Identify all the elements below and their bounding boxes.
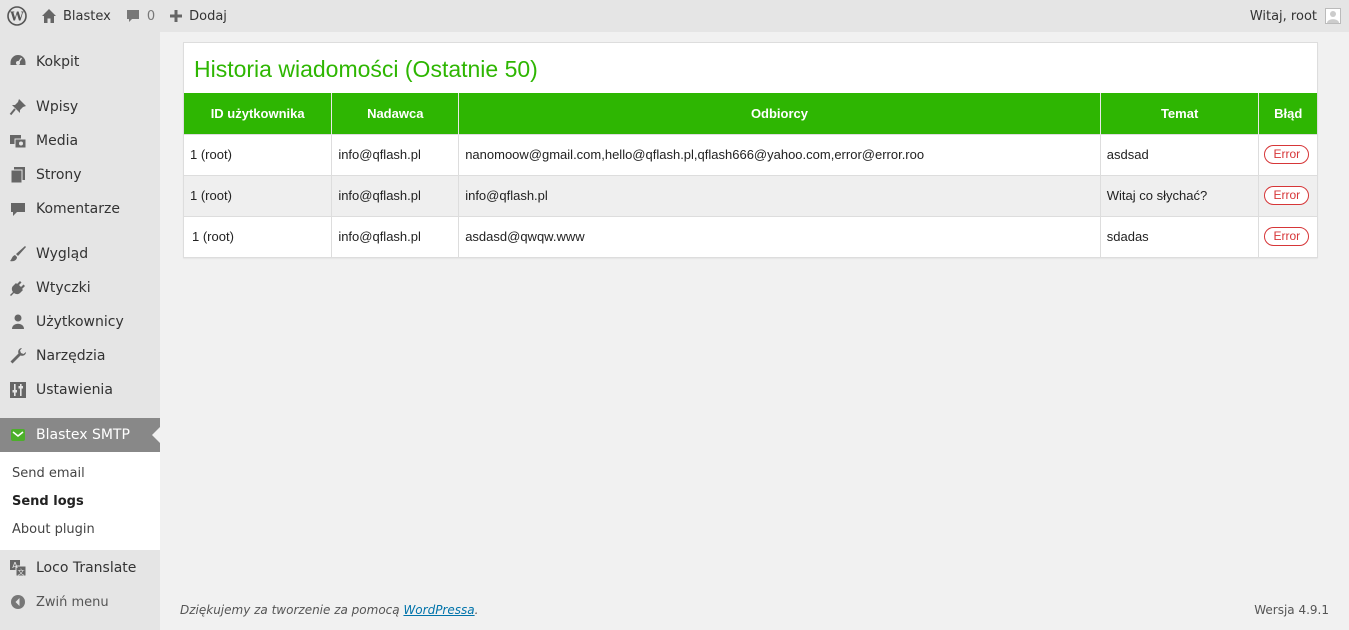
plug-icon [9,279,27,297]
my-account-link[interactable]: Witaj, root [1243,0,1349,32]
comment-icon [126,10,139,22]
plus-icon [170,10,183,22]
sidebar-item-label: Loco Translate [36,560,137,576]
comments-link[interactable]: 0 [118,0,162,32]
pin-icon [9,98,27,116]
cell-error: Error [1258,174,1317,216]
submenu-item-send-email[interactable]: Send email [0,459,160,487]
cell-recipients: nanomoow@gmail.com,hello@qflash.pl,qflas… [458,133,1101,175]
wordpress-logo-button[interactable]: W [0,0,34,32]
submenu-item-send-logs[interactable]: Send logs [0,487,160,515]
table-row: 1 (root) info@qflash.pl asdasd@qwqw.www … [184,215,1317,257]
sidebar-item-label: Blastex SMTP [36,427,130,443]
admin-footer: Dziękujemy za tworzenie za pomocą WordPr… [180,603,1329,617]
column-header-user-id: ID użytkownika [184,93,333,134]
greeting: Witaj, root [1249,8,1317,24]
sidebar-item-uzytkownicy[interactable]: Użytkownicy [0,305,160,339]
dashboard-icon [9,53,27,71]
brush-icon [9,245,27,263]
avatar-icon [1327,11,1339,23]
sidebar-item-ustawienia[interactable]: Ustawienia [0,373,160,407]
sidebar-item-label: Ustawienia [36,382,113,398]
collapse-menu-button[interactable]: Zwiń menu [0,585,160,619]
collapse-menu-label: Zwiń menu [36,594,109,610]
comments-count: 0 [146,8,156,24]
svg-text:W: W [9,10,24,24]
message-history-table: ID użytkownika Nadawca Odbiorcy Temat Bł… [184,93,1317,257]
table-row: 1 (root) info@qflash.pl info@qflash.pl W… [184,174,1317,216]
sidebar-item-label: Wpisy [36,99,79,115]
column-header-error: Błąd [1258,93,1317,134]
sidebar-item-wtyczki[interactable]: Wtyczki [0,271,160,305]
user-icon [9,313,27,331]
sidebar-item-label: Strony [36,167,82,183]
cell-recipients: info@qflash.pl [458,174,1101,216]
sidebar-item-blastex-smtp[interactable]: Blastex SMTP [0,418,160,452]
error-badge[interactable]: Error [1264,227,1310,247]
page-icon [9,166,27,184]
avatar [1325,8,1341,24]
admin-bar: W Blastex 0 Dodaj Witaj, root [0,0,1349,32]
sidebar-item-label: Komentarze [36,201,120,217]
wrench-icon [9,347,27,365]
current-menu-arrow [152,427,160,443]
column-header-subject: Temat [1100,93,1260,134]
footer-thanks: Dziękujemy za tworzenie za pomocą WordPr… [180,603,478,617]
sidebar-item-label: Kokpit [36,54,80,70]
message-history-panel: Historia wiadomości (Ostatnie 50) ID uży… [183,42,1318,258]
page-title: Historia wiadomości (Ostatnie 50) [194,56,538,82]
sidebar-item-kokpit[interactable]: Kokpit [0,45,160,79]
sidebar-item-label: Wtyczki [36,280,91,296]
add-new-label: Dodaj [189,8,227,24]
admin-sidebar: Kokpit Wpisy Media Strony Komentarze Wyg… [0,32,160,630]
table-header-row: ID użytkownika Nadawca Odbiorcy Temat Bł… [184,93,1317,134]
cell-sender: info@qflash.pl [331,133,460,175]
cell-sender: info@qflash.pl [331,174,460,216]
media-icon [9,132,27,150]
sidebar-item-loco-translate[interactable]: A文 Loco Translate [0,551,160,585]
error-badge[interactable]: Error [1264,186,1310,205]
cell-user: 1 (root) [184,215,333,257]
sidebar-item-label: Wygląd [36,246,89,262]
sidebar-item-label: Narzędzia [36,348,106,364]
cell-user: 1 (root) [184,133,333,175]
translate-icon: A文 [9,559,27,577]
sidebar-item-komentarze[interactable]: Komentarze [0,192,160,226]
blastex-smtp-submenu: Send email Send logs About plugin [0,452,160,550]
cell-recipients: asdasd@qwqw.www [458,215,1101,257]
sidebar-item-label: Użytkownicy [36,314,124,330]
home-icon [42,9,56,23]
sidebar-item-narzedzia[interactable]: Narzędzia [0,339,160,373]
cell-subject: Witaj co słychać? [1100,174,1260,216]
comment-icon [9,200,27,218]
error-badge[interactable]: Error [1264,145,1310,164]
sidebar-item-strony[interactable]: Strony [0,158,160,192]
sidebar-item-media[interactable]: Media [0,124,160,158]
footer-version: Wersja 4.9.1 [1254,603,1329,617]
column-header-sender: Nadawca [331,93,460,134]
table-row: 1 (root) info@qflash.pl nanomoow@gmail.c… [184,133,1317,175]
footer-thanks-suffix: . [474,603,479,617]
wordpress-logo-icon: W [7,6,27,26]
cell-error: Error [1258,133,1317,175]
sidebar-item-wyglad[interactable]: Wygląd [0,237,160,271]
cell-subject: asdsad [1100,133,1260,175]
cell-error: Error [1258,215,1317,257]
collapse-arrow-icon [9,593,27,611]
cell-subject: sdadas [1100,215,1260,257]
wordpress-link[interactable]: WordPressa [403,603,474,617]
submenu-item-about-plugin[interactable]: About plugin [0,515,160,543]
svg-text:文: 文 [18,568,25,577]
sidebar-item-wpisy[interactable]: Wpisy [0,90,160,124]
column-header-recipients: Odbiorcy [458,93,1101,134]
mail-icon [9,426,27,444]
settings-icon [9,381,27,399]
add-new-button[interactable]: Dodaj [162,0,234,32]
sidebar-item-label: Media [36,133,79,149]
footer-thanks-prefix: Dziękujemy za tworzenie za pomocą [180,603,404,617]
cell-user: 1 (root) [184,174,333,216]
site-name-link[interactable]: Blastex [34,0,118,32]
cell-sender: info@qflash.pl [331,215,460,257]
site-name: Blastex [63,8,111,24]
